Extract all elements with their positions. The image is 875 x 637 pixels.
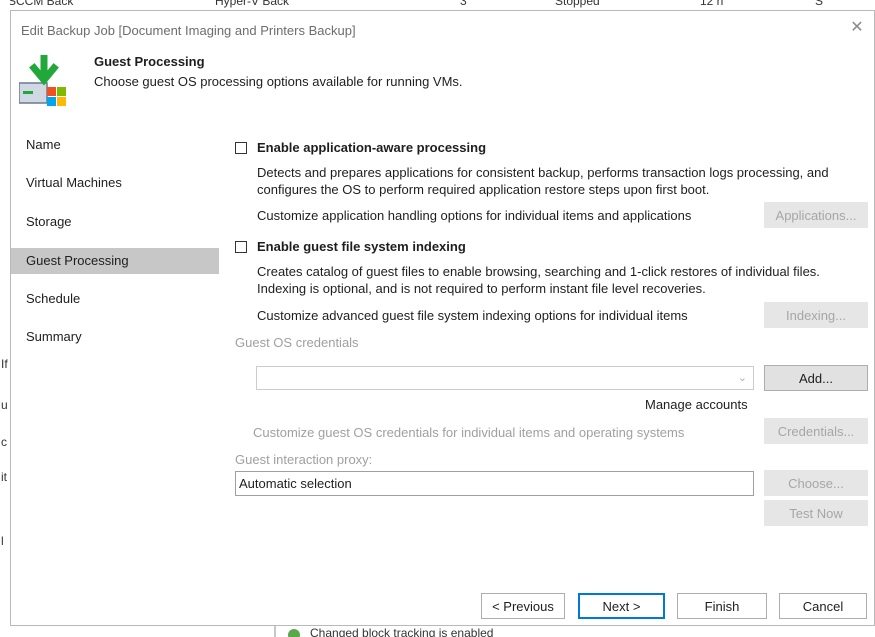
app-aware-customize-text: Customize application handling options f… [257, 208, 692, 223]
app-aware-description: Detects and prepares applications for co… [257, 165, 829, 180]
indexing-checkbox-row[interactable]: Enable guest file system indexing [235, 239, 466, 254]
background-fragment: 12 h [700, 0, 724, 8]
title-bar[interactable]: Edit Backup Job [Document Imaging and Pr… [11, 11, 874, 41]
background-status-row: Changed block tracking is enabled [270, 625, 670, 637]
background-fragment: S [815, 0, 824, 8]
credentials-button[interactable]: Credentials... [764, 418, 868, 444]
step-guest-processing[interactable]: Guest Processing [11, 248, 219, 274]
manage-accounts-link[interactable]: Manage accounts [645, 397, 748, 412]
step-schedule[interactable]: Schedule [11, 286, 219, 312]
background-fragment: Stopped [555, 0, 600, 8]
guest-processing-icon [19, 55, 66, 106]
indexing-description: Indexing is optional, and is not require… [257, 281, 706, 296]
add-credentials-button[interactable]: Add... [764, 365, 868, 391]
app-aware-checkbox[interactable] [235, 141, 247, 154]
finish-button[interactable]: Finish [677, 593, 767, 619]
step-summary[interactable]: Summary [11, 324, 219, 350]
page-subtitle: Choose guest OS processing options avail… [94, 74, 463, 89]
dialog-title: Edit Backup Job [Document Imaging and Pr… [21, 23, 356, 38]
credentials-dropdown[interactable]: ⌄ [256, 366, 754, 390]
indexing-description: Creates catalog of guest files to enable… [257, 264, 820, 279]
success-check-icon [288, 629, 300, 637]
credentials-customize-text: Customize guest OS credentials for indiv… [253, 425, 685, 440]
previous-button[interactable]: < Previous [481, 593, 565, 619]
app-aware-description: configures the OS to perform required ap… [257, 182, 710, 197]
background-fragment: SCCM Back [8, 0, 74, 8]
next-button[interactable]: Next > [578, 593, 665, 619]
background-fragment: u [1, 398, 8, 412]
close-icon[interactable]: ✕ [846, 17, 868, 39]
page-title: Guest Processing [94, 54, 205, 69]
indexing-button[interactable]: Indexing... [764, 302, 868, 328]
background-status-text: Changed block tracking is enabled [310, 626, 494, 637]
background-fragment: If [1, 357, 8, 371]
test-now-button[interactable]: Test Now [764, 500, 868, 526]
background-fragment: 3 [460, 0, 467, 8]
indexing-label: Enable guest file system indexing [257, 239, 466, 254]
background-divider [274, 625, 276, 637]
guest-os-credentials-label: Guest OS credentials [235, 335, 359, 350]
chevron-down-icon: ⌄ [737, 372, 747, 384]
guest-interaction-proxy-label: Guest interaction proxy: [235, 452, 373, 467]
app-aware-label: Enable application-aware processing [257, 140, 487, 155]
indexing-customize-text: Customize advanced guest file system ind… [257, 308, 688, 323]
background-fragment: l [1, 534, 4, 548]
cancel-button[interactable]: Cancel [779, 593, 867, 619]
step-virtual-machines[interactable]: Virtual Machines [11, 170, 219, 196]
indexing-checkbox[interactable] [235, 240, 247, 253]
choose-proxy-button[interactable]: Choose... [764, 470, 868, 496]
applications-button[interactable]: Applications... [764, 202, 868, 228]
step-name[interactable]: Name [11, 132, 219, 158]
background-fragment: it [1, 470, 7, 484]
app-aware-checkbox-row[interactable]: Enable application-aware processing [235, 140, 486, 155]
background-fragment: c [1, 435, 7, 449]
proxy-selection-field[interactable]: Automatic selection [235, 471, 754, 496]
step-storage[interactable]: Storage [11, 209, 219, 235]
background-fragment: Hyper-V Back [215, 0, 290, 8]
background-table-header: SCCM Back Hyper-V Back 3 Stopped 12 h S [0, 0, 875, 10]
edit-backup-job-dialog: Edit Backup Job [Document Imaging and Pr… [10, 10, 875, 626]
background-left-column: If u c it l [0, 0, 10, 637]
